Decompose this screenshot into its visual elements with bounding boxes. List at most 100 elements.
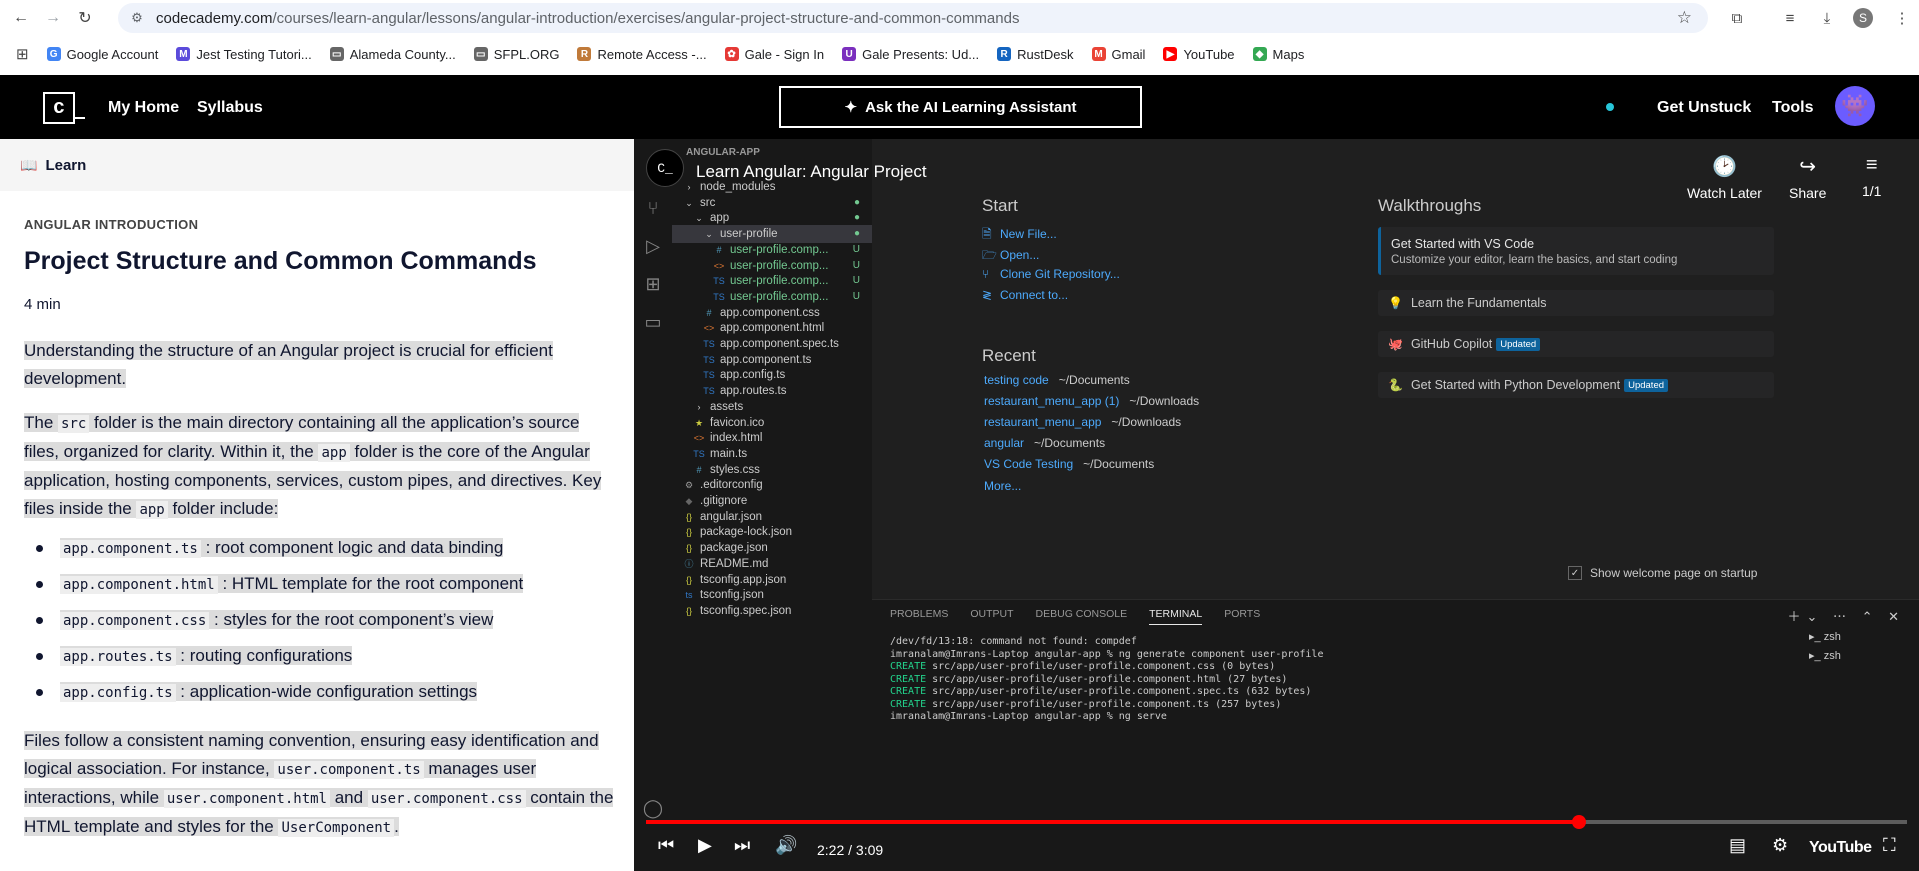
fullscreen-icon[interactable]: ⛶: [1883, 835, 1896, 856]
account-icon: ◯: [642, 797, 664, 818]
media-controls-icon[interactable]: ≡: [1779, 7, 1801, 29]
watch-later-button[interactable]: 🕑 Watch Later: [1687, 154, 1762, 201]
bookmark-item[interactable]: U Gale Presents: Ud...: [842, 47, 979, 62]
learn-tab[interactable]: 📖 Learn: [0, 139, 634, 191]
ai-assistant-button[interactable]: ✦ Ask the AI Learning Assistant: [779, 86, 1142, 128]
captions-icon[interactable]: ▤: [1729, 835, 1746, 856]
walkthrough-icon: 🐍: [1388, 378, 1403, 392]
text: : application-wide configuration setting…: [175, 682, 478, 701]
terminal-line: CREATE src/app/user-profile/user-profile…: [890, 674, 1323, 687]
file-name: user-profile.comp...: [730, 275, 829, 288]
file-name: tsconfig.json: [700, 589, 764, 602]
text: : root component logic and data binding: [200, 538, 504, 557]
apps-grid-icon[interactable]: ⊞: [16, 45, 29, 63]
file-name: package.json: [700, 542, 768, 555]
file-name: tsconfig.app.json: [700, 573, 787, 586]
vscode-explorer: ANGULAR-APP › node_modules ⌄ src ● ⌄ app ● ⌄ user…: [672, 139, 872, 871]
status-dot: [1606, 103, 1614, 111]
play-icon[interactable]: ▶: [698, 835, 712, 856]
my-home-link[interactable]: My Home: [108, 99, 179, 117]
reload-icon[interactable]: ↻: [74, 7, 96, 29]
bookmark-item[interactable]: ▭ SFPL.ORG: [473, 47, 559, 62]
forward-icon[interactable]: →: [42, 7, 64, 29]
bookmark-label: YouTube: [1183, 46, 1235, 62]
inline-code: user.component.ts: [274, 761, 424, 779]
bookmark-item[interactable]: M Gmail: [1091, 47, 1145, 62]
lesson-kicker: ANGULAR INTRODUCTION: [24, 217, 199, 232]
tools-button[interactable]: Tools: [1772, 99, 1813, 117]
playlist-icon: ≡: [1865, 154, 1878, 176]
recent-item: testing code ~/Documents: [984, 373, 1130, 387]
recent-path: ~/Documents: [1083, 457, 1155, 471]
bookmark-star-icon[interactable]: ☆: [1677, 8, 1692, 28]
file-name: README.md: [700, 557, 769, 570]
clock-icon: 🕑: [1712, 156, 1737, 178]
get-unstuck-button[interactable]: Get Unstuck: [1657, 99, 1751, 117]
file-name: package-lock.json: [700, 526, 793, 539]
youtube-logo[interactable]: YouTube: [1809, 839, 1872, 857]
recent-item: restaurant_menu_app (1) ~/Downloads: [984, 394, 1199, 408]
intro-text: Understanding the structure of an Angula…: [24, 341, 553, 388]
list-item: app.component.ts : root component logic …: [24, 534, 614, 570]
create-keyword: CREATE: [890, 673, 927, 685]
address-bar[interactable]: ⚙ codecademy.com/courses/learn-angular/l…: [118, 3, 1708, 33]
url-host: codecademy.com: [156, 9, 273, 27]
lesson-duration: 4 min: [24, 296, 61, 313]
terminal-text: src/app/user-profile/user-profile.compon…: [926, 661, 1276, 672]
logo-text: c: [52, 96, 65, 120]
terminal-icon: ▸_: [1809, 650, 1824, 662]
inline-code: app.component.css: [60, 612, 210, 630]
user-avatar[interactable]: 👾: [1835, 86, 1875, 126]
bookmark-item[interactable]: ▶ YouTube: [1163, 46, 1235, 62]
back-icon[interactable]: ←: [10, 7, 32, 29]
inline-code: app.component.html: [60, 576, 218, 594]
recent-path: ~/Documents: [1034, 436, 1106, 450]
learn-label: Learn: [45, 156, 87, 174]
site-info-icon[interactable]: ⚙: [128, 9, 146, 27]
previous-icon[interactable]: ⏮: [658, 835, 674, 856]
bookmark-item[interactable]: ◆ Maps: [1252, 47, 1304, 62]
bookmark-favicon-icon: ▭: [329, 47, 344, 61]
bookmark-item[interactable]: ▭ Alameda County...: [329, 47, 456, 62]
bookmark-item[interactable]: R Remote Access -...: [577, 47, 707, 62]
extensions-icon[interactable]: ⧉: [1726, 7, 1748, 29]
share-label: Share: [1789, 185, 1827, 201]
bookmark-item[interactable]: R RustDesk: [997, 47, 1074, 62]
video-progress-bar[interactable]: [646, 815, 1907, 829]
bookmark-item[interactable]: G Google Account: [46, 47, 158, 62]
recent-name: restaurant_menu_app (1): [984, 394, 1120, 408]
playlist-button[interactable]: ≡ 1/1: [1862, 154, 1881, 199]
walkthrough-icon: 🐙: [1388, 337, 1403, 351]
bullet-text: app.component.html : HTML template for t…: [60, 574, 524, 594]
bookmark-favicon-icon: ✿: [724, 47, 739, 61]
create-keyword: CREATE: [890, 698, 927, 710]
bookmark-item[interactable]: M Jest Testing Tutori...: [176, 47, 312, 62]
walkthrough-title: Learn the Fundamentals: [1410, 296, 1547, 310]
bullet-text: app.config.ts : application-wide configu…: [60, 682, 478, 702]
settings-gear-icon[interactable]: ⚙: [1772, 835, 1788, 856]
share-button[interactable]: ↪ Share: [1789, 154, 1826, 201]
inline-code: app.config.ts: [60, 684, 176, 702]
video-title[interactable]: Learn Angular: Angular Project: [696, 162, 927, 182]
channel-logo[interactable]: C_: [646, 149, 684, 187]
video-time: 2:22 / 3:09: [817, 842, 884, 858]
profile-avatar[interactable]: S: [1853, 8, 1873, 28]
terminal-line: CREATE src/app/user-profile/user-profile…: [890, 661, 1323, 674]
bookmark-item[interactable]: ✿ Gale - Sign In: [724, 47, 824, 62]
syllabus-link[interactable]: Syllabus: [197, 99, 263, 117]
run-debug-icon: ▷: [646, 235, 660, 256]
volume-icon[interactable]: 🔊: [775, 835, 797, 856]
ai-assistant-label: Ask the AI Learning Assistant: [865, 98, 1077, 116]
browser-menu-icon[interactable]: ⋮: [1891, 7, 1913, 29]
downloads-icon[interactable]: ⤓: [1816, 7, 1838, 29]
next-icon[interactable]: ⏭: [734, 835, 750, 856]
terminal-line: imranalam@Imrans-Laptop angular-app % ng…: [890, 711, 1167, 722]
file-name: app.component.css: [720, 306, 820, 319]
terminal-icon: ▸_: [1809, 631, 1824, 643]
terminal-output: /dev/fd/13:18: command not found: compde…: [890, 636, 1323, 724]
video-player[interactable]: ⑂ ▷ ⊞ ▭ ◯ ANGULAR-APP › node_modules ⌄ src ●…: [634, 139, 1919, 871]
codecademy-logo[interactable]: c: [43, 92, 75, 124]
start-link: ⑂ Clone Git Repository...: [982, 267, 1120, 281]
terminal-line: imranalam@Imrans-Laptop angular-app % ng…: [890, 648, 1324, 660]
terminal-text: src/app/user-profile/user-profile.compon…: [926, 698, 1282, 710]
